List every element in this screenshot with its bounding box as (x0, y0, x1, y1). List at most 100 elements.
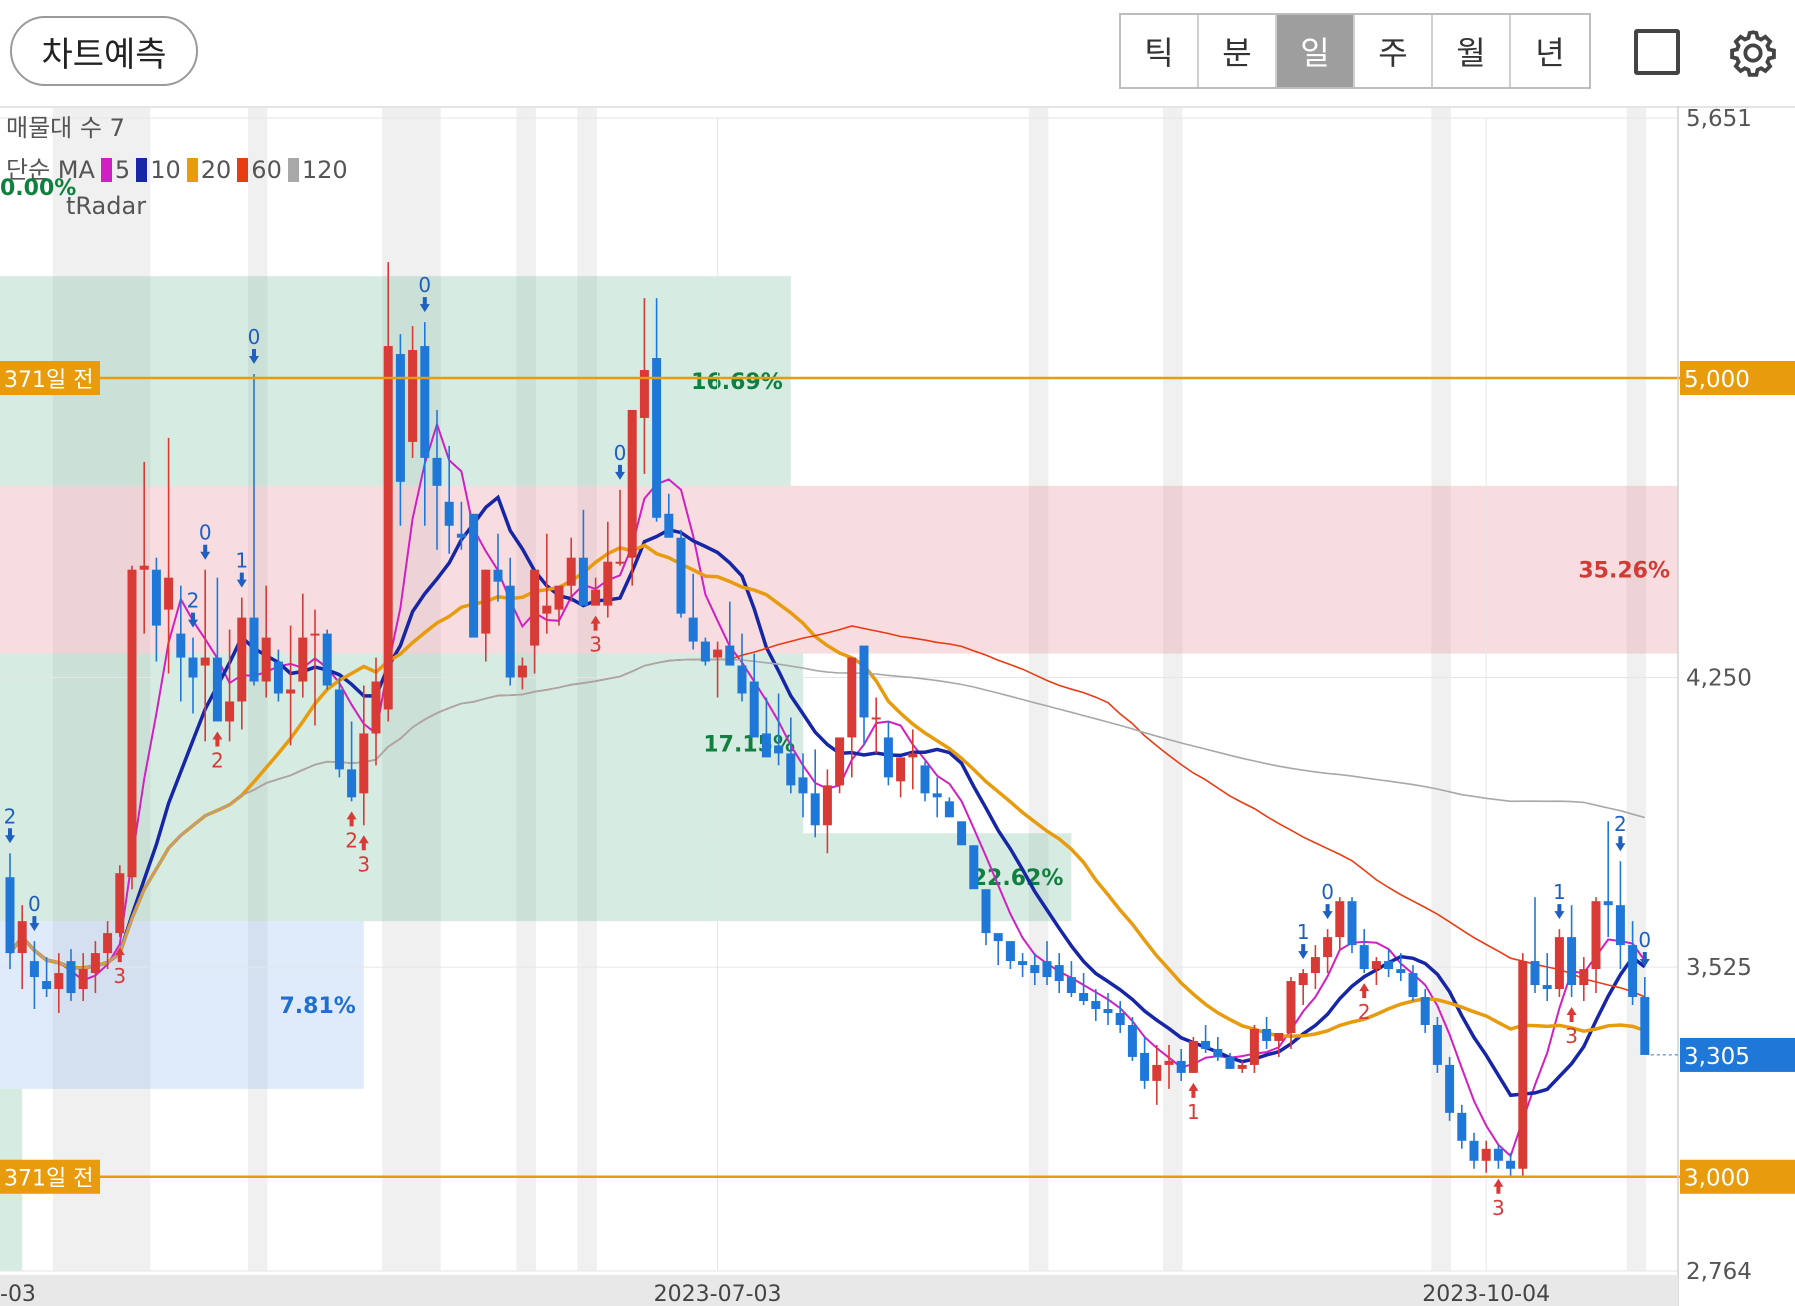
signal-label: 3 (1565, 1024, 1578, 1048)
candle-body (1579, 969, 1589, 986)
candle-body (310, 633, 320, 636)
candle-body (969, 845, 979, 890)
candle-body (200, 657, 210, 666)
signal-label: 1 (235, 549, 248, 573)
candle-body (1103, 1009, 1113, 1014)
candle-body (1335, 901, 1345, 938)
tab-month[interactable]: 월 (1433, 15, 1511, 87)
candle-body (530, 569, 540, 646)
signal-label: 0 (614, 441, 627, 465)
candle-body (225, 701, 235, 722)
current-price-label: 3,305 (1684, 1044, 1750, 1070)
left-line-label: 371일 전 (4, 368, 93, 393)
signal-label: 3 (589, 633, 602, 657)
candle-body (78, 969, 88, 990)
candle-body (1298, 973, 1308, 986)
candle-body (627, 409, 637, 558)
candle-body (1286, 981, 1296, 1033)
candle-body (1140, 1052, 1150, 1081)
candle-body (810, 793, 820, 826)
top-toolbar: 차트예측 틱 분 일 주 월 년 (0, 0, 1795, 108)
volume-profile-zone (0, 653, 803, 834)
candle-body (1457, 1112, 1467, 1141)
zone-percent-label: 16.69% (691, 370, 783, 395)
candle-body (1384, 961, 1394, 970)
candle-body (1542, 985, 1552, 990)
candlestick-chart[interactable]: 16.69%35.26%17.15%22.62%7.81%6.49%203202… (0, 106, 1795, 1306)
sell-arrow-icon (1615, 836, 1626, 852)
candle-body (371, 681, 381, 734)
candle-body (944, 801, 954, 818)
ma-period-label: 120 (301, 156, 348, 184)
candle-body (29, 961, 39, 978)
candle-body (932, 793, 942, 798)
candle-body (1042, 961, 1052, 978)
signal-label: 2 (187, 589, 200, 613)
candle-body (1640, 997, 1650, 1055)
candle-body (554, 585, 564, 610)
candle-body (1091, 1001, 1101, 1010)
candle-body (115, 873, 125, 934)
tradar-legend: tRadar (66, 192, 146, 220)
candle-body (127, 569, 137, 878)
candle-body (1518, 961, 1528, 1169)
signal-label: 1 (1297, 920, 1310, 944)
candle-body (859, 645, 869, 718)
candle-body (1188, 1040, 1198, 1073)
x-tick-label: 2023-07-03 (654, 1282, 782, 1306)
signal-label: 0 (199, 521, 212, 545)
candle-body (493, 569, 503, 582)
signal-label: 3 (1492, 1196, 1505, 1220)
candle-body (1164, 1060, 1174, 1065)
candle-body (17, 921, 27, 954)
tab-year[interactable]: 년 (1511, 15, 1589, 87)
signal-label: 0 (1321, 880, 1334, 904)
candle-body (1018, 961, 1028, 966)
candle-body (237, 617, 247, 702)
candle-body (505, 585, 515, 678)
left-line-label: 371일 전 (4, 1167, 93, 1192)
y-tick-label: 4,250 (1686, 666, 1752, 692)
candle-body (420, 346, 430, 458)
tab-week[interactable]: 주 (1355, 15, 1433, 87)
ma-period-label: 20 (200, 156, 232, 184)
candle-body (896, 757, 906, 782)
fullscreen-icon[interactable] (1634, 29, 1680, 75)
candle-body (591, 589, 601, 606)
candle-body (676, 537, 686, 614)
buy-arrow-icon (1566, 1007, 1577, 1023)
volume-profile-legend: 매물대 수 7 (6, 108, 125, 143)
candle-body (1225, 1056, 1235, 1069)
gear-icon[interactable] (1726, 26, 1780, 80)
tab-minute[interactable]: 분 (1199, 15, 1277, 87)
tradar-percent: 0.00% (0, 176, 77, 201)
candle-body (920, 765, 930, 794)
signal-label: 0 (418, 273, 431, 297)
candle-body (408, 350, 418, 442)
candle-body (1323, 937, 1333, 958)
tab-day[interactable]: 일 (1277, 15, 1355, 87)
candle-body (1469, 1140, 1479, 1161)
candle-body (725, 645, 735, 666)
signal-label: 2 (345, 828, 358, 852)
candle-body (383, 346, 393, 710)
candle-body (1591, 901, 1601, 970)
candle-body (1615, 905, 1625, 946)
signal-label: 0 (28, 892, 41, 916)
price-line-label: 5,000 (1684, 367, 1750, 393)
zone-percent-label: 7.81% (279, 994, 355, 1019)
candle-body (395, 354, 405, 482)
tab-tick[interactable]: 틱 (1121, 15, 1199, 87)
candle-body (798, 777, 808, 794)
chart-predict-button[interactable]: 차트예측 (10, 16, 198, 86)
signal-label: 1 (1187, 1100, 1200, 1124)
background-band (1163, 108, 1183, 1271)
ma-period-label: 10 (150, 156, 181, 184)
y-tick-label: 2,764 (1686, 1259, 1752, 1285)
background-band (1626, 108, 1647, 1271)
candle-body (164, 577, 174, 610)
candle-body (481, 569, 491, 634)
candle-body (1005, 941, 1015, 962)
candle-body (66, 961, 76, 994)
candle-body (456, 533, 466, 538)
